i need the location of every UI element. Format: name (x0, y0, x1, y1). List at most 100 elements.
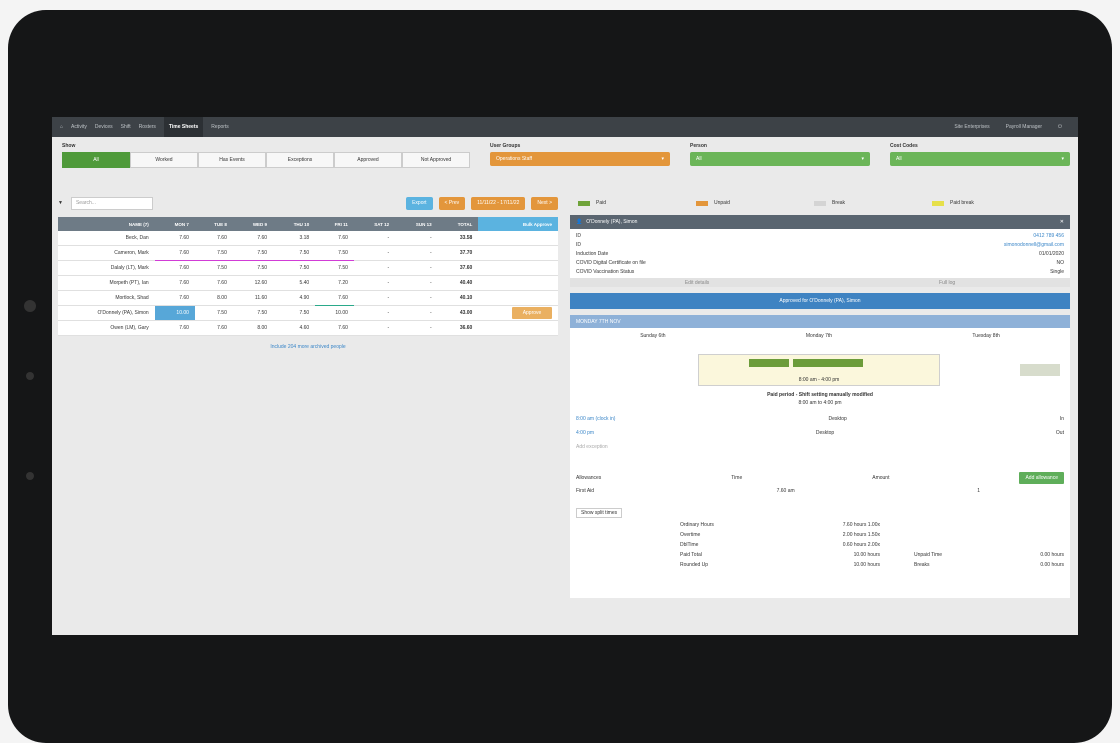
export-button[interactable]: Export (406, 196, 433, 210)
total-cell[interactable]: 36.60 (437, 320, 479, 336)
column-header[interactable]: NAME (7) (58, 217, 155, 231)
hours-cell[interactable]: 7.50 (232, 260, 274, 276)
hours-cell[interactable]: 7.50 (273, 260, 316, 276)
hours-cell[interactable]: - (353, 305, 396, 321)
hours-cell[interactable]: 8.00 (194, 290, 233, 306)
total-cell[interactable]: 37.70 (437, 245, 479, 261)
employee-name[interactable]: Dalaly (LT), Mark (58, 260, 155, 276)
show-worked-button[interactable]: Worked (130, 152, 198, 168)
person-select[interactable]: All ▾ (690, 152, 870, 166)
hours-cell[interactable]: 7.50 (315, 260, 354, 276)
show-all-button[interactable]: All (62, 152, 130, 168)
prev-week-button[interactable]: < Prev (438, 196, 466, 210)
hours-cell[interactable]: 10.00 (315, 305, 354, 321)
info-value[interactable]: simonodonnell@gmail.com (1004, 242, 1064, 248)
hours-cell[interactable]: 7.60 (315, 231, 354, 246)
nav-activity[interactable]: Activity (71, 124, 87, 130)
hours-cell[interactable]: 7.60 (315, 290, 354, 306)
hours-cell[interactable]: 7.50 (194, 245, 233, 261)
hours-cell[interactable]: 7.20 (315, 275, 354, 291)
hours-cell[interactable]: 12.60 (232, 275, 274, 291)
hours-cell[interactable]: - (395, 275, 438, 291)
hours-cell[interactable]: - (395, 320, 438, 336)
hours-cell[interactable]: 7.50 (232, 245, 274, 261)
filter-icon[interactable]: ▼ (58, 200, 63, 206)
nav-rosters[interactable]: Rosters (139, 124, 156, 130)
user-menu[interactable]: Payroll Manager (1006, 124, 1042, 130)
paid-segment[interactable] (749, 359, 789, 367)
hours-cell[interactable]: - (395, 231, 438, 246)
next-day-shift[interactable] (1020, 364, 1060, 376)
total-cell[interactable]: 33.58 (437, 231, 479, 246)
search-input[interactable]: Search... (70, 196, 153, 210)
full-log-link[interactable]: Full log (939, 280, 955, 286)
info-value[interactable]: 0412 789 456 (1033, 233, 1064, 239)
include-archived-link[interactable]: Include 204 more archived people (58, 344, 558, 350)
hours-cell[interactable]: 7.60 (194, 231, 233, 246)
approve-button[interactable]: Approve (512, 307, 552, 319)
total-cell[interactable]: 40.10 (437, 290, 479, 306)
next-week-button[interactable]: Next > (531, 196, 558, 210)
table-row[interactable]: Dalaly (LT), Mark 7.60 7.50 7.50 7.50 7.50- -3… (58, 260, 558, 276)
add-exception-link[interactable]: Add exception (576, 444, 608, 450)
table-row[interactable]: O'Donnely (PA), Simon 10.00 7.50 7.50 7.50 10… (58, 305, 558, 321)
nav-reports[interactable]: Reports (211, 124, 229, 130)
hours-cell[interactable]: 7.50 (315, 245, 354, 261)
hours-cell[interactable]: 7.60 (232, 231, 274, 246)
employee-name[interactable]: O'Donnely (PA), Simon (58, 305, 155, 321)
shift-timeline[interactable]: 8:00 am - 4:00 pm (698, 354, 940, 386)
cost-codes-select[interactable]: All ▾ (890, 152, 1070, 166)
date-range[interactable]: 11/11/22 - 17/11/22 (471, 196, 526, 210)
hours-cell[interactable]: 7.50 (273, 305, 316, 321)
hours-cell[interactable]: 7.60 (154, 290, 195, 306)
table-row[interactable]: Cameron, Mark 7.60 7.50 7.50 7.50 7.50- -37.70 (58, 245, 558, 261)
paid-segment[interactable] (793, 359, 863, 367)
hours-cell[interactable]: - (353, 320, 396, 336)
user-groups-select[interactable]: Operations Staff ▾ (490, 152, 670, 166)
hours-cell[interactable]: 7.60 (154, 260, 195, 276)
site-selector[interactable]: Site Enterprises (954, 124, 989, 130)
nav-time-sheets[interactable]: Time Sheets (163, 117, 204, 137)
power-icon[interactable]: ⏻ (1058, 124, 1062, 130)
employee-name[interactable]: Owen (LM), Gary (58, 320, 155, 336)
hours-cell[interactable]: 7.50 (232, 305, 274, 321)
approved-banner[interactable]: Approved for O'Donnely (PA), Simon (570, 293, 1070, 309)
home-icon[interactable]: ⌂ (60, 124, 63, 130)
hours-cell[interactable]: - (353, 275, 396, 291)
total-cell[interactable]: 43.00 (437, 305, 479, 321)
nav-shift[interactable]: Shift (121, 124, 131, 130)
hours-cell[interactable]: 7.60 (154, 245, 195, 261)
hours-cell[interactable]: 7.60 (154, 231, 195, 246)
add-allowance-button[interactable]: Add allowance (1019, 472, 1064, 484)
edit-details-link[interactable]: Edit details (685, 280, 709, 286)
hours-cell[interactable]: 7.60 (315, 320, 354, 336)
show-split-times-button[interactable]: Show split times (576, 508, 623, 518)
hours-cell[interactable]: - (353, 290, 396, 306)
column-header[interactable]: Bulk Approve (478, 217, 558, 231)
hours-cell[interactable]: - (353, 260, 396, 276)
employee-name[interactable]: Cameron, Mark (58, 245, 155, 261)
hours-cell[interactable]: 7.60 (194, 320, 233, 336)
close-icon[interactable]: ✕ (1060, 219, 1064, 225)
hours-cell[interactable]: 11.60 (232, 290, 274, 306)
table-row[interactable]: Mortlock, Shad 7.60 8.00 11.60 4.90 7.60- -40.… (58, 290, 558, 306)
show-approved-button[interactable]: Approved (334, 152, 402, 168)
hours-cell[interactable]: 8.00 (232, 320, 274, 336)
hours-cell[interactable]: 7.60 (194, 275, 233, 291)
hours-cell[interactable]: 4.90 (273, 290, 316, 306)
hours-cell[interactable]: 7.50 (194, 305, 233, 321)
hours-cell[interactable]: - (395, 260, 438, 276)
hours-cell[interactable]: 5.40 (273, 275, 316, 291)
hours-cell[interactable]: 3.18 (273, 231, 316, 246)
hours-cell[interactable]: 7.50 (273, 245, 316, 261)
hours-cell[interactable]: 10.00 (154, 305, 195, 321)
hours-cell[interactable]: - (353, 231, 396, 246)
table-row[interactable]: Owen (LM), Gary 7.60 7.60 8.00 4.60 7.60- -36.… (58, 320, 558, 336)
hours-cell[interactable]: - (395, 245, 438, 261)
show-exceptions-button[interactable]: Exceptions (266, 152, 334, 168)
hours-cell[interactable]: - (395, 290, 438, 306)
hours-cell[interactable]: 4.60 (273, 320, 316, 336)
show-events-button[interactable]: Has Events (198, 152, 266, 168)
employee-name[interactable]: Beck, Dan (58, 231, 155, 246)
event-time[interactable]: 4:00 pm (576, 430, 594, 436)
